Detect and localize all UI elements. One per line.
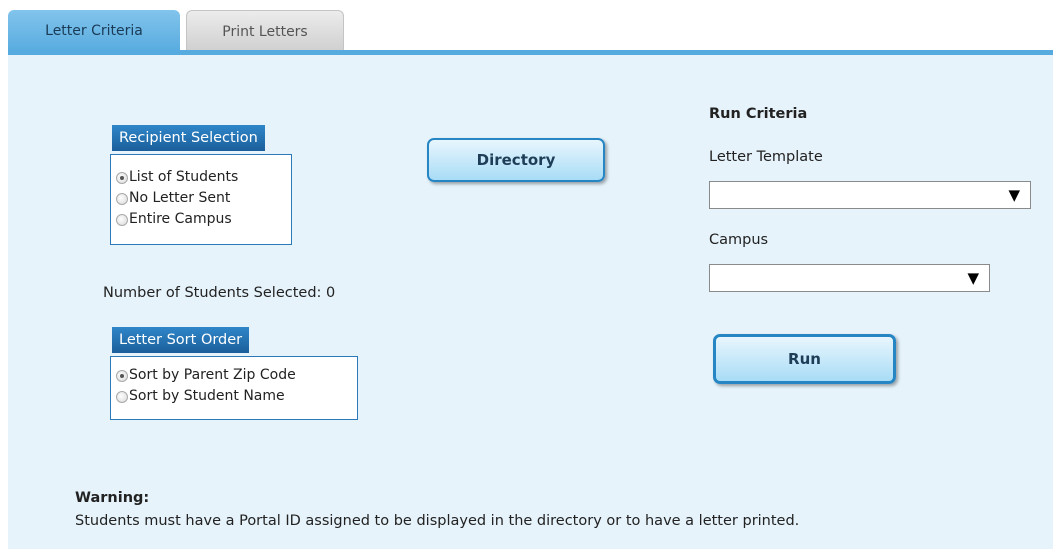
radio-no-letter-sent[interactable]: No Letter Sent <box>116 188 238 209</box>
warning-heading: Warning: <box>75 490 150 506</box>
chevron-down-icon[interactable]: ▼ <box>967 269 979 287</box>
warning-text: Students must have a Portal ID assigned … <box>75 513 800 529</box>
radio-label: Entire Campus <box>129 211 232 227</box>
campus-select[interactable]: ▼ <box>709 264 990 292</box>
radio-checked-icon[interactable] <box>116 171 128 184</box>
radio-unchecked-icon[interactable] <box>116 390 128 403</box>
radio-unchecked-icon[interactable] <box>116 192 128 205</box>
campus-label: Campus <box>709 232 769 248</box>
tab-letter-criteria[interactable]: Letter Criteria <box>8 10 180 54</box>
radio-list-of-students[interactable]: List of Students <box>116 167 238 188</box>
radio-label: Sort by Parent Zip Code <box>129 367 296 383</box>
chevron-down-icon[interactable]: ▼ <box>1008 186 1020 204</box>
radio-sort-zip[interactable]: Sort by Parent Zip Code <box>116 365 296 386</box>
radio-checked-icon[interactable] <box>116 369 128 382</box>
recipient-selection-box: List of Students No Letter Sent Entire C… <box>110 154 292 245</box>
radio-sort-name[interactable]: Sort by Student Name <box>116 386 296 407</box>
run-criteria-heading: Run Criteria <box>709 106 808 122</box>
radio-label: No Letter Sent <box>129 190 231 206</box>
letter-template-label: Letter Template <box>709 149 823 165</box>
letter-sort-order-box: Sort by Parent Zip Code Sort by Student … <box>110 356 358 420</box>
radio-label: Sort by Student Name <box>129 388 285 404</box>
letter-sort-order-title: Letter Sort Order <box>112 327 250 353</box>
letter-template-select[interactable]: ▼ <box>709 181 1031 209</box>
radio-entire-campus[interactable]: Entire Campus <box>116 209 238 230</box>
directory-button[interactable]: Directory <box>427 138 605 182</box>
radio-label: List of Students <box>129 169 239 185</box>
run-button[interactable]: Run <box>713 334 896 384</box>
students-selected-count: Number of Students Selected: 0 <box>103 285 336 301</box>
tab-bar: Letter Criteria Print Letters <box>0 0 1053 55</box>
letter-criteria-panel: List of Students No Letter Sent Entire C… <box>8 55 1053 549</box>
radio-unchecked-icon[interactable] <box>116 213 128 226</box>
recipient-selection-title: Recipient Selection <box>112 125 265 151</box>
tab-print-letters[interactable]: Print Letters <box>186 10 344 52</box>
